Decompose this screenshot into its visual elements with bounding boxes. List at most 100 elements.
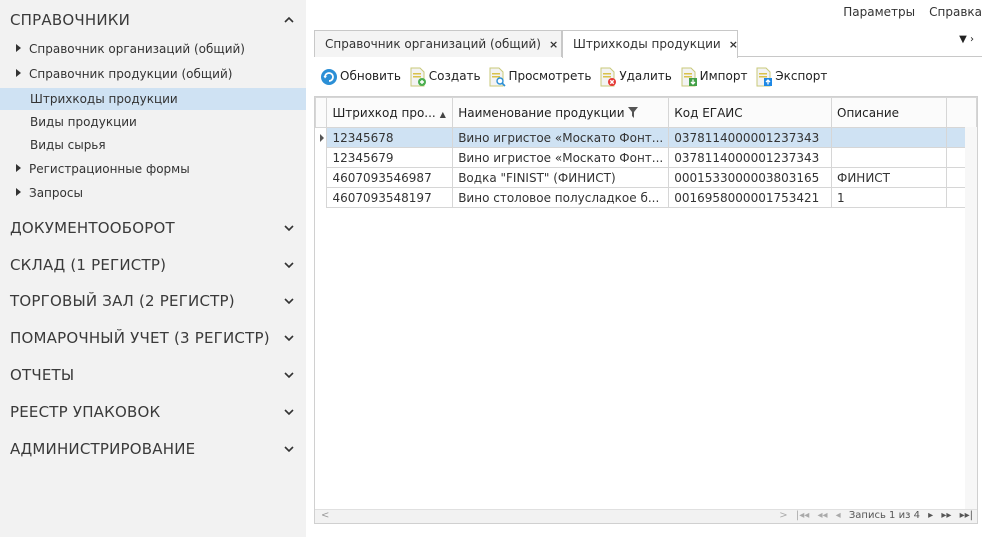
scroll-left-icon[interactable]: < [321,510,329,521]
sidebar-item-organizations[interactable]: Справочник организаций (общий) [0,38,306,60]
column-header-empty [945,97,977,128]
export-button[interactable]: Экспорт [755,64,827,88]
delete-label: Удалить [619,69,672,83]
section-spravochniki[interactable]: СПРАВОЧНИКИ [10,11,130,29]
last-record-icon[interactable]: ▸▸| [960,510,973,521]
tab-label: Справочник организаций (общий) [325,37,541,51]
cell-description[interactable] [831,147,947,168]
view-doc-icon [489,67,507,87]
sidebar-item-barcodes[interactable]: Штрихкоды продукции [0,88,306,110]
expand-triangle-icon [16,188,21,196]
column-title: Штрихкод про... [332,105,436,120]
table-header-row: Штрихкод про... ▲ Наименование продукции … [314,97,977,128]
cell-name[interactable]: Вино столовое полусладкое б... [452,187,670,208]
sidebar-item-label: Справочник продукции (общий) [29,67,233,81]
chevron-down-icon[interactable] [282,442,296,456]
section-reports[interactable]: ОТЧЕТЫ [10,366,74,384]
cell-barcode[interactable]: 12345679 [326,147,454,168]
chevron-down-icon[interactable] [282,368,296,382]
tab-list-dropdown-icon[interactable]: ▼ › [959,34,974,45]
menu-help[interactable]: Справка [929,5,982,19]
cell-name[interactable]: Водка "FINIST" (ФИНИСТ) [452,167,670,188]
refresh-button[interactable]: Обновить [320,64,401,88]
column-header-barcode[interactable]: Штрихкод про... ▲ [326,97,454,128]
pager: > |◂◂ ◂◂ ◂ Запись 1 из 4 ▸ ▸▸ ▸▸| [774,510,973,521]
export-doc-icon [756,67,773,86]
table-row[interactable]: 12345678 Вино игристое «Москато Фонт... … [315,127,977,148]
close-icon[interactable]: × [729,38,738,51]
vertical-scrollbar[interactable] [965,127,977,511]
first-record-icon[interactable]: |◂◂ [796,510,809,521]
tab-organizations[interactable]: Справочник организаций (общий) × [314,30,562,57]
delete-button[interactable]: Удалить [599,64,672,88]
column-header-name[interactable]: Наименование продукции [452,97,670,128]
sidebar-item-products[interactable]: Справочник продукции (общий) [0,63,306,85]
close-icon[interactable]: × [549,38,558,51]
cell-barcode[interactable]: 4607093548197 [326,187,454,208]
view-button[interactable]: Просмотреть [488,64,591,88]
import-button[interactable]: Импорт [680,64,748,88]
toolbar: Обновить Создать Просмотреть Удалить Имп… [320,64,831,90]
prev-page-icon[interactable]: ◂◂ [817,510,827,521]
expand-triangle-icon [16,164,21,172]
table-row[interactable]: 4607093548197 Вино столовое полусладкое … [315,187,977,208]
create-button[interactable]: Создать [409,64,481,88]
prev-record-icon[interactable]: ◂ [836,510,841,521]
column-header-description[interactable]: Описание [831,97,947,128]
create-label: Создать [428,69,481,83]
section-brand-accounting[interactable]: ПОМАРОЧНЫЙ УЧЕТ (3 РЕГИСТР) [10,329,270,347]
import-doc-icon [681,67,697,86]
table-row[interactable]: 12345679 Вино игристое «Москато Фонт... … [315,147,977,168]
cell-egais[interactable]: 0378114000001237343 [668,147,832,168]
cell-egais[interactable]: 0378114000001237343 [668,127,832,148]
section-admin[interactable]: АДМИНИСТРИРОВАНИЕ [10,440,195,458]
chevron-down-icon[interactable] [282,331,296,345]
cell-egais[interactable]: 0001533000003803165 [668,167,832,188]
sidebar-item-raw-types[interactable]: Виды сырья [0,134,306,156]
sidebar-item-reg-forms[interactable]: Регистрационные формы [0,158,306,180]
menu-params[interactable]: Параметры [843,5,915,19]
sidebar-item-requests[interactable]: Запросы [0,182,306,204]
section-package-registry[interactable]: РЕЕСТР УПАКОВОК [10,403,160,421]
view-label: Просмотреть [508,69,592,83]
expand-triangle-icon [16,69,21,77]
section-trade-hall[interactable]: ТОРГОВЫЙ ЗАЛ (2 РЕГИСТР) [10,292,235,310]
cell-description[interactable] [831,127,947,148]
data-grid: Штрихкод про... ▲ Наименование продукции … [314,96,978,524]
section-docflow[interactable]: ДОКУМЕНТООБОРОТ [10,219,175,237]
sidebar-item-label: Виды сырья [30,138,106,152]
column-title: Наименование продукции [458,105,625,120]
next-record-icon[interactable]: ▸ [928,510,933,521]
filter-icon[interactable] [627,106,638,118]
import-label: Импорт [699,69,748,83]
scroll-right-icon[interactable]: > [779,510,787,521]
export-label: Экспорт [775,69,828,83]
row-indicator [315,147,328,168]
column-header-egais[interactable]: Код ЕГАИС [668,97,832,128]
cell-egais[interactable]: 0016958000001753421 [668,187,832,208]
table-row[interactable]: 4607093546987 Водка "FINIST" (ФИНИСТ) 00… [315,167,977,188]
sidebar-item-label: Справочник организаций (общий) [29,42,245,56]
section-warehouse[interactable]: СКЛАД (1 РЕГИСТР) [10,256,166,274]
cell-description[interactable]: ФИНИСТ [831,167,947,188]
cell-barcode[interactable]: 4607093546987 [326,167,454,188]
chevron-down-icon[interactable] [282,294,296,308]
main-area: Параметры Справка Справочник организаций … [310,0,982,537]
column-title: Код ЕГАИС [674,105,743,120]
chevron-down-icon[interactable] [282,405,296,419]
tab-barcodes[interactable]: Штрихкоды продукции × [562,30,738,58]
tab-label: Штрихкоды продукции [573,37,721,51]
row-indicator [315,167,328,188]
cell-description[interactable]: 1 [831,187,947,208]
chevron-down-icon[interactable] [282,221,296,235]
next-page-icon[interactable]: ▸▸ [941,510,951,521]
cell-barcode[interactable]: 12345678 [326,127,454,148]
chevron-down-icon[interactable] [282,258,296,272]
chevron-up-icon[interactable] [282,13,296,27]
cell-name[interactable]: Вино игристое «Москато Фонт... [452,147,670,168]
current-row-icon [319,133,324,142]
cell-name[interactable]: Вино игристое «Москато Фонт... [452,127,670,148]
sidebar-item-label: Регистрационные формы [29,162,190,176]
sidebar-item-product-types[interactable]: Виды продукции [0,111,306,133]
record-counter: Запись 1 из 4 [848,510,920,521]
